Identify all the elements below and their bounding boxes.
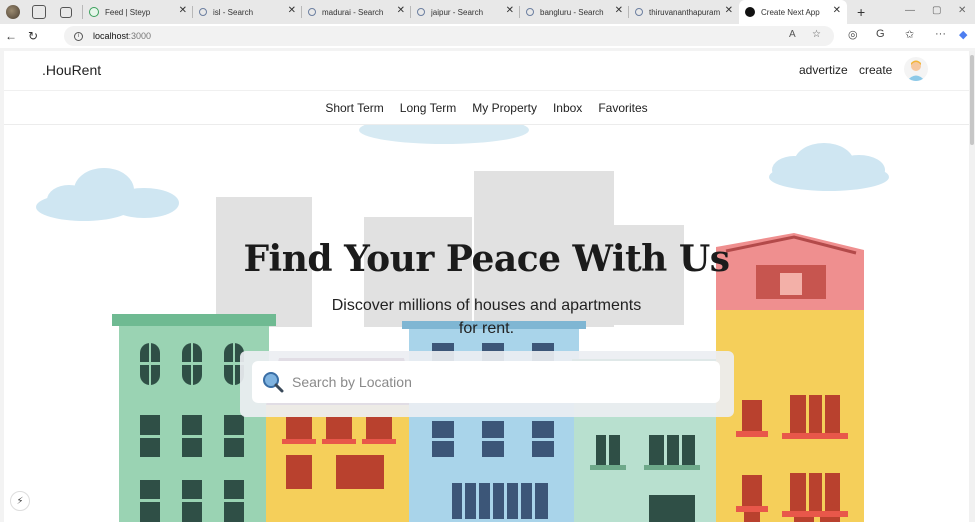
favorites-bar-icon[interactable]: ✩	[905, 28, 914, 41]
browser-tab-strip: Feed | Steyp ✕ isl - Search ✕ madurai - …	[0, 0, 975, 24]
search-favicon-icon	[526, 8, 534, 16]
nav-favorites[interactable]: Favorites	[598, 101, 647, 115]
search-favicon-icon	[199, 8, 207, 16]
web-page: .HouRent advertize create Short Term Lon…	[4, 51, 969, 522]
user-avatar-icon[interactable]	[904, 57, 928, 81]
browser-tab[interactable]: bangluru - Search ✕	[520, 0, 629, 24]
url-host: localhost	[93, 31, 129, 41]
restore-icon[interactable]: ▢	[932, 5, 941, 16]
copilot-g-icon[interactable]: G	[876, 28, 885, 40]
search-location-input[interactable]	[292, 374, 692, 390]
tab-actions-icon[interactable]	[60, 6, 72, 18]
tab-label: jaipur - Search	[431, 7, 484, 17]
site-logo[interactable]: .HouRent	[42, 62, 101, 78]
address-bar-row: ← ↻ i localhost:3000 A ☆	[0, 24, 975, 48]
close-tab-icon[interactable]: ✕	[506, 6, 514, 16]
browser-tab[interactable]: madurai - Search ✕	[302, 0, 411, 24]
advertize-link[interactable]: advertize	[799, 63, 848, 77]
close-tab-icon[interactable]: ✕	[615, 6, 623, 16]
close-tab-icon[interactable]: ✕	[833, 6, 841, 16]
site-info-icon[interactable]: i	[74, 31, 83, 41]
back-icon[interactable]: ←	[0, 29, 22, 43]
hero-subline: Discover millions of houses and apartmen…	[331, 297, 642, 337]
steyp-favicon-icon	[89, 7, 99, 17]
minimize-icon[interactable]: —	[905, 5, 915, 16]
browser-essentials-icon[interactable]: ◎	[848, 28, 858, 41]
search-panel	[240, 351, 734, 417]
tab-label: madurai - Search	[322, 7, 384, 17]
nextjs-dev-indicator-icon[interactable]: ⚡	[10, 491, 30, 511]
browser-tab[interactable]: Feed | Steyp ✕	[83, 0, 193, 24]
tab-label: thiruvananthapuram	[649, 7, 721, 17]
search-favicon-icon	[308, 8, 316, 16]
close-tab-icon[interactable]: ✕	[397, 6, 405, 16]
search-icon[interactable]	[262, 371, 284, 393]
more-options-icon[interactable]: ···	[935, 28, 946, 40]
browser-tab[interactable]: isl - Search ✕	[193, 0, 302, 24]
close-tab-icon[interactable]: ✕	[725, 6, 733, 16]
main-nav: Short Term Long Term My Property Inbox F…	[4, 91, 969, 125]
url-field[interactable]: i localhost:3000 A ☆	[64, 26, 834, 46]
hero-section: Find Your Peace With Us Discover million…	[4, 125, 969, 522]
nav-short-term[interactable]: Short Term	[325, 101, 383, 115]
cloud-icon	[359, 125, 529, 144]
nav-inbox[interactable]: Inbox	[553, 101, 582, 115]
search-favicon-icon	[417, 8, 425, 16]
url-port: :3000	[128, 31, 152, 41]
search-favicon-icon	[635, 8, 643, 16]
search-box[interactable]	[252, 361, 720, 403]
refresh-icon[interactable]: ↻	[22, 29, 44, 43]
tab-label: Create Next App	[761, 7, 820, 17]
copilot-icon[interactable]: ◆	[959, 28, 967, 41]
site-header: .HouRent advertize create	[4, 51, 969, 91]
nextjs-favicon-icon	[745, 7, 755, 17]
hero-headline: Find Your Peace With Us	[243, 238, 730, 280]
close-tab-icon[interactable]: ✕	[179, 6, 187, 16]
cloud-icon	[769, 143, 889, 191]
create-link[interactable]: create	[859, 63, 892, 77]
favorite-star-icon[interactable]: ☆	[812, 29, 821, 40]
nav-my-property[interactable]: My Property	[472, 101, 537, 115]
new-tab-icon[interactable]: +	[857, 4, 865, 20]
tab-label: bangluru - Search	[540, 7, 604, 17]
cloud-icon	[36, 168, 179, 221]
green-building	[112, 314, 276, 522]
nav-long-term[interactable]: Long Term	[400, 101, 456, 115]
tab-label: Feed | Steyp	[105, 7, 151, 17]
close-tab-icon[interactable]: ✕	[288, 6, 296, 16]
read-aloud-icon[interactable]: A	[789, 29, 796, 40]
browser-tab[interactable]: thiruvananthapuram ✕	[629, 0, 739, 24]
browser-tab-active[interactable]: Create Next App ✕	[739, 0, 847, 24]
profile-avatar-icon[interactable]	[6, 5, 20, 19]
tab-label: isl - Search	[213, 7, 254, 17]
collections-icon[interactable]	[32, 5, 46, 19]
page-scrollbar[interactable]	[969, 51, 975, 522]
browser-tab[interactable]: jaipur - Search ✕	[411, 0, 520, 24]
close-window-icon[interactable]: ✕	[958, 5, 966, 16]
